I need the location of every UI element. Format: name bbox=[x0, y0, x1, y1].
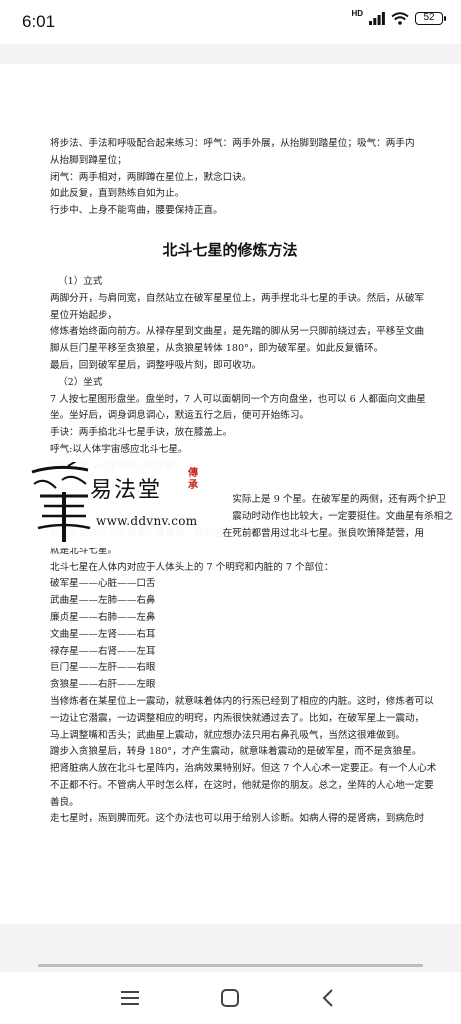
text-line: 如此反复，直到熟练自如为止。 bbox=[50, 188, 185, 200]
text-line: 廉贞星——右肺——左鼻 bbox=[50, 611, 156, 623]
network-type-label: HD bbox=[351, 8, 363, 18]
text-line: 走七星时，炁到脾而死。这个办法也可以用于给别人诊断。如病人得的是肾病，到病危时 bbox=[50, 813, 425, 825]
horizontal-scrollbar[interactable] bbox=[38, 964, 423, 967]
watermark-title: 易法堂 bbox=[90, 478, 163, 503]
status-time: 6:01 bbox=[22, 12, 56, 31]
text-line: 闭气：两手相对，两脚蹲在星位上，默念口诀。 bbox=[50, 171, 252, 183]
watermark-overlay: 易法堂 傳承 www.ddvnv.com bbox=[12, 458, 222, 548]
text-line: 马上调整嘴和舌头；武曲星上震动，就应想办法只用右鼻孔吸气，当然这很难做到。 bbox=[50, 729, 405, 741]
battery-indicator: 52 bbox=[415, 12, 446, 25]
text-line: 一边让它潜震，一边调整相应的明窍，内炁很快就通过去了。比如，在破军星上一震动， bbox=[50, 712, 425, 724]
signal-icon bbox=[369, 12, 385, 25]
intro-paragraph: 将步法、手法和呼吸配合起来练习：呼气：两手外展，从抬脚到踏星位；吸气：两手内 从… bbox=[50, 136, 461, 220]
text-line: 修炼者始终面向前方。从禄存星到文曲星，是先踏的脚从另一只脚前绕过去，平移至文曲 bbox=[50, 326, 425, 338]
text-line: 行步中、上身不能弯曲，腰要保持正直。 bbox=[50, 205, 223, 217]
navigation-bar bbox=[0, 972, 461, 1024]
text-line: （2）坐式 bbox=[58, 376, 103, 388]
body-paragraphs: （1）立式 两脚分开，与肩同宽，自然站立在破军星星位上，两手捏北斗七星的手诀。然… bbox=[50, 274, 461, 828]
text-line: 脚从巨门星平移至贪狼星，从贪狼星转体 180°，即为破军星。如此反复循环。 bbox=[50, 343, 384, 355]
text-line: 善良。 bbox=[50, 796, 79, 808]
back-button[interactable] bbox=[308, 982, 348, 1014]
text-line: 北斗七星在人体内对应于人体头上的 7 个明窍和内脏的 7 个部位： bbox=[50, 561, 334, 573]
menu-button[interactable] bbox=[110, 982, 150, 1014]
menu-icon bbox=[121, 991, 139, 1005]
watermark-url: www.ddvnv.com bbox=[96, 514, 198, 528]
watermark-seal: 傳承 bbox=[188, 468, 198, 491]
text-line: 贪狼星——右肝——左眼 bbox=[50, 679, 156, 691]
text-line: 呼气:以人体宇宙感应北斗七星。 bbox=[50, 443, 188, 455]
text-line: 坐。坐好后，调身调息调心，默运五行之后，便可开始练习。 bbox=[50, 410, 310, 422]
text-line: 手诀：两手掐北斗七星手诀，放在膝盖上。 bbox=[50, 427, 233, 439]
text-line: 文曲星——左肾——右耳 bbox=[50, 628, 156, 640]
text-line: 从抬脚到蹲星位； bbox=[50, 154, 127, 166]
home-icon bbox=[221, 989, 239, 1007]
section-heading: 北斗七星的修炼方法 bbox=[162, 240, 298, 259]
text-line: （1）立式 bbox=[58, 275, 103, 287]
text-line: 不正都不行。不管病人平时怎么样，在这时，他就是你的朋友。总之，坐阵的人心地一定要 bbox=[50, 779, 434, 791]
text-line: 最后，回到破军星后，调整呼吸片刻，即可收功。 bbox=[50, 359, 262, 371]
text-line: 破军星——心脏——口舌 bbox=[50, 578, 156, 590]
text-line: 将步法、手法和呼吸配合起来练习：呼气：两手外展，从抬脚到踏星位；吸气：两手内 bbox=[50, 138, 415, 149]
text-line: 当修炼者在某星位上一震动，就意味着体内的行炁已经到了相应的内脏。这时，修炼者可以 bbox=[50, 695, 434, 707]
home-button[interactable] bbox=[210, 982, 250, 1014]
text-line: 巨门星——左肝——右眼 bbox=[50, 662, 156, 674]
text-line: 蹭步入贪狼星后，转身 180°，才产生震动，就意味着震动的是破军星，而不是贪狼星… bbox=[50, 746, 422, 758]
text-line: 星位开始起步， bbox=[50, 309, 118, 321]
back-icon bbox=[322, 989, 333, 1007]
text-line: 把肾脏病人放在北斗七星阵内，治病效果特别好。但这 7 个人心术一定要正。有一个人… bbox=[50, 763, 437, 775]
text-line: 7 人按七星图形盘坐。盘坐时，7 人可以面朝同一个方向盘坐，也可以 6 人都面向… bbox=[50, 393, 426, 405]
wifi-icon bbox=[391, 12, 409, 25]
status-bar: 6:01 HD 52 bbox=[0, 0, 461, 44]
document-top-margin bbox=[0, 44, 461, 64]
status-icons: HD 52 bbox=[351, 8, 446, 25]
text-line: 禄存星——右肾——左耳 bbox=[50, 645, 156, 657]
text-line: 两脚分开，与肩同宽，自然站立在破军星星位上，两手捏北斗七星的手诀。然后，从破军 bbox=[50, 292, 425, 304]
text-line: 武曲星——左肺——右鼻 bbox=[50, 595, 156, 607]
